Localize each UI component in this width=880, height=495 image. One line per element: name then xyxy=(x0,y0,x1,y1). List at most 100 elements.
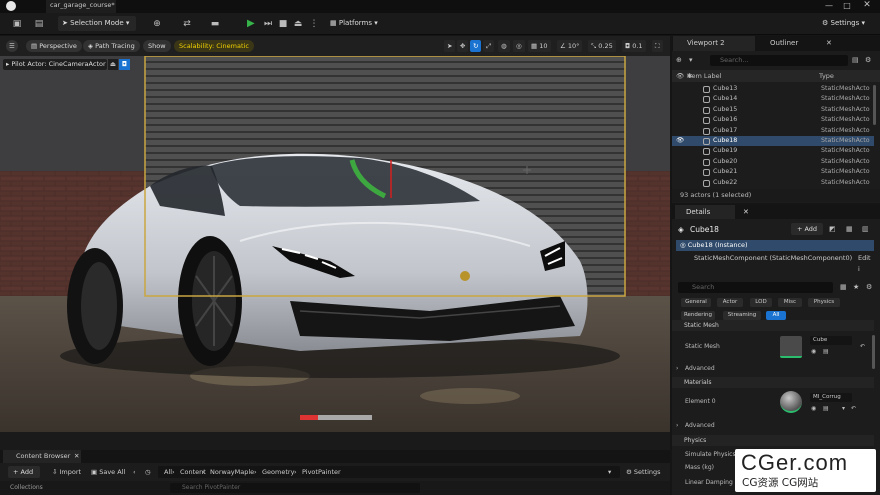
scale-tool-icon[interactable]: ⤢ xyxy=(483,40,495,52)
outliner-row[interactable]: Cube13 StaticMeshActo xyxy=(672,84,874,94)
settings-button[interactable]: ⚙ Settings ▾ xyxy=(822,16,878,31)
outliner-row[interactable]: Cube22 StaticMeshActo xyxy=(672,178,874,188)
actor-name-field[interactable]: ◈ Cube18 xyxy=(676,223,784,236)
camera-preview-icon[interactable]: ◘ xyxy=(119,59,130,70)
details-search-input[interactable]: Search xyxy=(678,282,833,293)
show-button[interactable]: Show xyxy=(143,40,171,52)
outliner-row[interactable]: Cube19 StaticMeshActo xyxy=(672,146,874,156)
breadcrumb-item[interactable]: Geometry xyxy=(262,466,294,478)
maximize-button[interactable]: □ xyxy=(838,0,856,13)
perspective-button[interactable]: ▤ Perspective xyxy=(26,40,82,52)
step-icon[interactable]: ⏭ xyxy=(261,17,275,31)
outliner-row[interactable]: Cube20 StaticMeshActo xyxy=(672,157,874,167)
history-icon[interactable]: ◷ xyxy=(145,466,151,478)
add-button[interactable]: + Add xyxy=(8,466,40,478)
layout-icon[interactable]: ▥ xyxy=(862,223,874,235)
eject-icon[interactable]: ⏏ xyxy=(291,17,305,31)
filter-all[interactable]: All xyxy=(766,311,786,320)
project-tab[interactable]: car_garage_course* xyxy=(46,0,116,13)
chevron-down-icon[interactable]: ▾ xyxy=(608,466,611,478)
expand-advanced-icon[interactable]: › xyxy=(676,422,678,429)
minimize-button[interactable]: — xyxy=(820,0,838,13)
reset-icon[interactable]: ↶ xyxy=(860,343,865,350)
filter-rendering[interactable]: Rendering xyxy=(681,311,715,320)
edit-in-button[interactable]: Edit i xyxy=(858,253,874,275)
more-options-icon[interactable]: ⋮ xyxy=(307,17,321,31)
blueprint-icon[interactable]: ⇄ xyxy=(180,17,194,31)
outliner-search-input[interactable]: Search... xyxy=(710,55,848,66)
filter-general[interactable]: General xyxy=(681,298,711,307)
section-static-mesh[interactable]: Static Mesh xyxy=(672,320,874,331)
folder-icon[interactable]: ▤ xyxy=(852,55,862,66)
platforms-dropdown[interactable]: ▦ Platforms ▾ xyxy=(330,16,390,31)
filter-misc[interactable]: Misc xyxy=(778,298,802,307)
path-tracing-button[interactable]: ◈ Path Tracing xyxy=(83,40,140,52)
grid-icon[interactable]: ▦ xyxy=(846,223,858,235)
reset-icon[interactable]: ↶ xyxy=(851,405,856,412)
col-item-label[interactable]: Item Label xyxy=(687,70,721,82)
filter-icon[interactable]: ▾ xyxy=(689,55,703,66)
tab-details[interactable]: Details ✕ xyxy=(675,205,749,219)
close-tab-icon[interactable]: ✕ xyxy=(743,205,749,219)
hamburger-menu-icon[interactable]: ☰ xyxy=(6,40,18,52)
gear-icon[interactable]: ⚙ xyxy=(866,282,876,293)
scalability-badge[interactable]: Scalability: Cinematic xyxy=(174,40,254,52)
advanced-1[interactable]: Advanced xyxy=(685,365,715,372)
tab-content-browser[interactable]: Content Browser ✕ xyxy=(3,450,81,463)
stop-icon[interactable]: ■ xyxy=(276,17,290,31)
gear-icon[interactable]: ⚙ xyxy=(865,55,875,66)
play-icon[interactable]: ▶ xyxy=(247,17,259,30)
outliner-row[interactable]: Cube21 StaticMeshActo xyxy=(672,167,874,177)
breadcrumb-chevron-icon[interactable]: › xyxy=(202,466,205,478)
browse-icon[interactable]: ▤ xyxy=(823,348,829,355)
outliner-row[interactable]: Cube16 StaticMeshActo xyxy=(672,115,874,125)
outliner-row[interactable]: 👁 Cube18 StaticMeshActo xyxy=(672,136,874,147)
unreal-logo-icon[interactable] xyxy=(6,1,16,11)
maximize-viewport-icon[interactable]: ⛶ xyxy=(652,40,663,52)
filter-streaming[interactable]: Streaming xyxy=(723,311,761,320)
material-thumbnail[interactable] xyxy=(780,391,802,413)
import-button[interactable]: ⇩ Import xyxy=(52,466,81,478)
static-mesh-thumbnail[interactable] xyxy=(780,336,802,358)
use-asset-icon[interactable]: ◉ xyxy=(811,348,816,355)
level-viewport[interactable] xyxy=(0,56,670,432)
grid-icon[interactable]: ▦ xyxy=(840,282,850,293)
breadcrumb-chevron-icon[interactable]: › xyxy=(294,466,297,478)
static-mesh-dropdown[interactable]: Cube xyxy=(810,336,852,345)
add-filter-icon[interactable]: ⊕ xyxy=(676,55,686,66)
outliner-row[interactable]: Cube17 StaticMeshActo xyxy=(672,126,874,136)
close-tab-icon[interactable]: ✕ xyxy=(74,450,79,463)
cinematics-icon[interactable]: ▬ xyxy=(208,17,222,31)
more-icon[interactable]: ▾ xyxy=(842,405,845,412)
selection-mode-dropdown[interactable]: ➤ Selection Mode ▾ xyxy=(58,16,136,31)
breadcrumb-item[interactable]: All xyxy=(164,466,172,478)
star-icon[interactable]: ★ xyxy=(853,282,863,293)
scale-snap-toggle[interactable]: ⤡ 0.25 xyxy=(588,40,616,52)
close-tab-icon[interactable]: ✕ xyxy=(826,36,832,51)
blueprint-icon[interactable]: ◩ xyxy=(829,223,841,235)
add-component-button[interactable]: + Add xyxy=(791,223,823,235)
collections-label[interactable]: Collections xyxy=(10,482,43,494)
content-settings-button[interactable]: ⚙ Settings xyxy=(626,466,661,478)
component-instance-row[interactable]: ◎ Cube18 (Instance) xyxy=(676,240,874,251)
outliner-scrollbar[interactable] xyxy=(873,85,876,125)
content-search-input[interactable]: Search PivotPainter xyxy=(170,483,420,493)
eject-pilot-icon[interactable]: ⏏ xyxy=(108,59,118,70)
filter-physics[interactable]: Physics xyxy=(808,298,840,307)
world-space-icon[interactable]: ◍ xyxy=(498,40,510,52)
filter-actor[interactable]: Actor xyxy=(717,298,743,307)
visibility-icon[interactable]: 👁 xyxy=(676,70,684,82)
surface-snap-icon[interactable]: ◎ xyxy=(513,40,525,52)
use-asset-icon[interactable]: ◉ xyxy=(811,405,816,412)
close-window-button[interactable]: ✕ xyxy=(857,0,877,13)
back-icon[interactable]: ‹ xyxy=(133,466,136,478)
browse-icon[interactable]: ▤ xyxy=(823,405,829,412)
save-icon[interactable]: ▣ xyxy=(10,17,24,31)
add-actor-icon[interactable]: ⊕ xyxy=(150,17,164,31)
grid-snap-toggle[interactable]: ▦ 10 xyxy=(528,40,551,52)
outliner-row[interactable]: Cube15 StaticMeshActo xyxy=(672,105,874,115)
outliner-row[interactable]: Cube14 StaticMeshActo xyxy=(672,94,874,104)
breadcrumb-chevron-icon[interactable]: › xyxy=(172,466,175,478)
material-dropdown[interactable]: MI_Corrug xyxy=(810,393,852,402)
section-materials[interactable]: Materials xyxy=(672,377,874,388)
